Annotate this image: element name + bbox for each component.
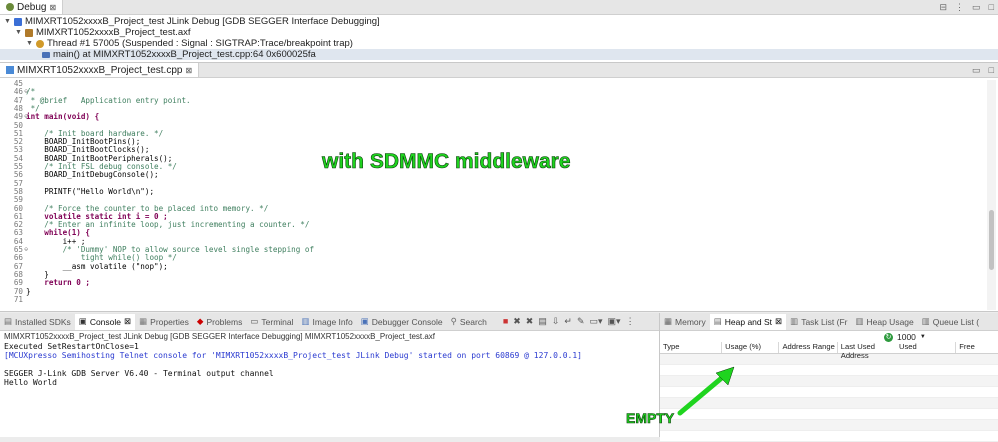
remove-all-icon[interactable]: ✖	[526, 316, 534, 327]
annotation-arrow	[677, 366, 735, 416]
console-icon: ▣	[78, 316, 87, 326]
view-menu-icon[interactable]: ⋮	[955, 2, 964, 13]
word-wrap-icon[interactable]: ↵	[564, 316, 572, 327]
tab-label: Properties	[150, 316, 189, 327]
debugger-console-icon: ▣	[360, 316, 369, 326]
sdk-icon: ▤	[4, 316, 13, 326]
view-menu-icon[interactable]: ⋮	[626, 316, 635, 327]
tab-installed-sdks[interactable]: ▤ Installed SDKs	[0, 314, 75, 330]
pin-console-icon[interactable]: ✎	[577, 316, 585, 327]
image-info-icon: ▥	[301, 316, 310, 326]
code-line: return 0 ;	[26, 278, 91, 288]
tab-source-file-label: MIMXRT1052xxxxB_Project_test.cpp	[17, 64, 183, 76]
tab-label: Debugger Console	[371, 316, 443, 327]
maximize-icon[interactable]: □	[989, 2, 994, 13]
cpp-file-icon	[6, 66, 14, 74]
search-icon: ⚲	[450, 316, 457, 326]
close-icon[interactable]: ⊠	[124, 316, 131, 327]
tab-debug-label: Debug	[17, 1, 47, 13]
problems-icon: ◆	[196, 316, 204, 326]
editor-toolbar: ▭ □	[972, 65, 994, 76]
heap-and-stack-view: ▦ Memory ▤ Heap and St ⊠ ▥ Task List (Fr ▥ He…	[626, 313, 998, 442]
editor-tabbar: MIMXRT1052xxxxB_Project_test.cpp ⊠	[0, 63, 998, 78]
display-console-icon[interactable]: ▭▾	[590, 316, 603, 327]
console-tabbar: ▤ Installed SDKs ▣ Console ⊠ ▦ Properties ◆ P…	[0, 313, 659, 331]
tree-item-stack-frame[interactable]: main() at MIMXRT1052xxxxB_Project_test.c…	[0, 49, 998, 60]
editor-scrollbar[interactable]	[987, 80, 996, 310]
terminate-icon[interactable]: ■	[503, 316, 508, 327]
clear-console-icon[interactable]: ▤	[538, 316, 547, 327]
arrow-shaft	[677, 373, 727, 416]
launch-config-icon	[14, 17, 22, 26]
tab-debug[interactable]: Debug ⊠	[0, 0, 64, 14]
console-view: ▤ Installed SDKs ▣ Console ⊠ ▦ Properties ◆ P…	[0, 313, 660, 437]
minimize-icon[interactable]: ▭	[972, 65, 981, 76]
collapse-all-icon[interactable]: ⊟	[940, 2, 948, 13]
tab-debugger-console[interactable]: ▣ Debugger Console	[357, 314, 447, 330]
tab-label: Image Info	[312, 316, 353, 327]
tree-item-label: main() at MIMXRT1052xxxxB_Project_test.c…	[53, 49, 316, 60]
tab-label: Installed SDKs	[15, 316, 71, 327]
minimize-icon[interactable]: ▭	[972, 2, 981, 13]
tree-item-launch[interactable]: ▼ MIMXRT1052xxxxB_Project_test JLink Deb…	[4, 16, 380, 27]
stack-frame-icon	[42, 51, 50, 58]
scrollbar-thumb[interactable]	[989, 210, 994, 270]
tab-image-info[interactable]: ▥ Image Info	[298, 314, 357, 330]
overlay-annotation: with SDMMC middleware	[322, 150, 571, 174]
tree-item-process[interactable]: ▼ MIMXRT1052xxxxB_Project_test.axf	[15, 27, 191, 38]
debug-tabbar: Debug ⊠	[0, 0, 998, 15]
close-icon[interactable]: ⊠	[185, 66, 192, 75]
console-line: [MCUXpresso Semihosting Telnet console f…	[4, 351, 582, 360]
code-line: BOARD_InitDebugConsole();	[26, 170, 159, 180]
tab-label: Terminal	[261, 316, 294, 327]
line-number: 71	[13, 294, 23, 304]
tree-item-label: MIMXRT1052xxxxB_Project_test JLink Debug…	[25, 16, 380, 27]
code-line: }	[26, 286, 31, 296]
empty-annotation: EMPTY	[626, 410, 675, 427]
console-line: SEGGER J-Link GDB Server V6.40 - Termina…	[4, 369, 274, 378]
tab-problems[interactable]: ◆ Problems	[193, 314, 246, 330]
debug-bug-icon	[6, 3, 14, 11]
code-line: int main(void) {	[26, 112, 100, 122]
tree-item-label: Thread #1 57005 (Suspended : Signal : SI…	[47, 38, 353, 49]
code-line: PRINTF("Hello World\n");	[26, 186, 155, 196]
scroll-lock-icon[interactable]: ⇩	[552, 316, 560, 327]
maximize-icon[interactable]: □	[989, 65, 994, 76]
remove-launch-icon[interactable]: ✖	[513, 316, 521, 327]
console-line: Hello World	[4, 378, 57, 387]
tab-console[interactable]: ▣ Console ⊠	[74, 313, 136, 330]
console-line: Executed SetRestartOnClose=1	[4, 342, 139, 351]
console-toolbar: ■ ✖ ✖ ▤ ⇩ ↵ ✎ ▭▾ ▣▾ ⋮	[503, 316, 635, 327]
expand-icon[interactable]: ▼	[4, 16, 11, 27]
properties-icon: ▦	[139, 316, 148, 326]
debug-view: Debug ⊠ ⊟ ⋮ ▭ □ ▼ MIMXRT1052xxxxB_Projec…	[0, 0, 998, 63]
code-editor: MIMXRT1052xxxxB_Project_test.cpp ⊠ ▭ □ 4…	[0, 63, 998, 312]
tree-item-thread[interactable]: ▼ Thread #1 57005 (Suspended : Signal : …	[26, 38, 353, 49]
tab-label: Console	[89, 316, 121, 327]
close-icon[interactable]: ⊠	[49, 3, 56, 12]
tab-source-file[interactable]: MIMXRT1052xxxxB_Project_test.cpp ⊠	[0, 63, 200, 77]
thread-icon	[36, 39, 44, 48]
console-output[interactable]: Executed SetRestartOnClose=1 [MCUXpresso …	[4, 342, 582, 387]
tab-search[interactable]: ⚲ Search	[447, 314, 491, 330]
code-area[interactable]: 45 46 ⊖ 47 48 49 ⊖ 50 51 52 53 54 55 56 57 58 59 60 61 62 63…	[0, 79, 985, 310]
tab-label: Search	[459, 316, 487, 327]
tab-properties[interactable]: ▦ Properties	[135, 314, 193, 330]
tab-label: Problems	[206, 316, 243, 327]
code-line: * @brief Application entry point.	[26, 95, 191, 105]
tab-terminal[interactable]: ▭ Terminal	[246, 314, 297, 330]
process-icon	[25, 28, 33, 37]
debug-view-toolbar: ⊟ ⋮ ▭ □	[940, 2, 995, 13]
console-header: MIMXRT1052xxxxB_Project_test JLink Debug…	[4, 332, 436, 341]
new-console-icon[interactable]: ▣▾	[608, 316, 621, 327]
terminal-icon: ▭	[250, 316, 259, 326]
expand-icon[interactable]: ▼	[15, 27, 22, 38]
expand-icon[interactable]: ▼	[26, 38, 33, 49]
tree-item-label: MIMXRT1052xxxxB_Project_test.axf	[36, 27, 191, 38]
